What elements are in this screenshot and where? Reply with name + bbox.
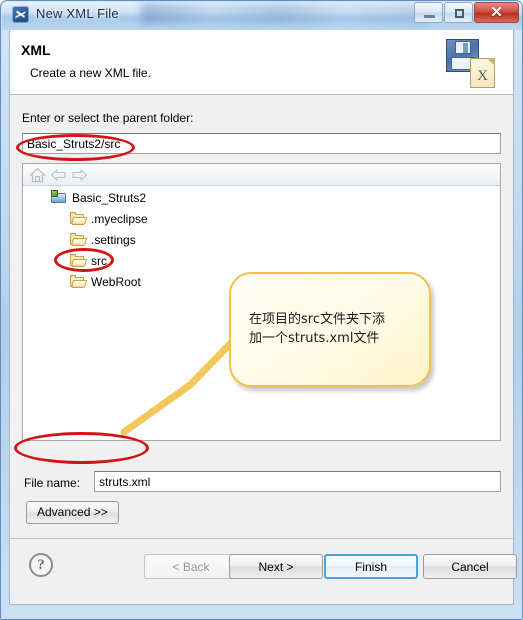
file-name-label: File name: (24, 476, 81, 490)
myeclipse-icon (12, 6, 29, 23)
file-name-input[interactable] (94, 471, 501, 492)
tree-item-label: src (91, 253, 107, 268)
dialog-footer: ? < Back Next > Finish Cancel (10, 538, 517, 603)
window-title: New XML File (36, 6, 119, 21)
folder-tree-list: Basic_Struts2 .myeclipse .settings src W… (23, 187, 500, 292)
window-controls: ✕ (413, 2, 519, 24)
parent-folder-input[interactable] (22, 133, 501, 154)
close-button[interactable]: ✕ (474, 2, 519, 23)
new-xml-file-dialog: New XML File ✕ XML Create a new XML file… (0, 0, 523, 620)
tree-item-label: Basic_Struts2 (72, 190, 147, 205)
wizard-body: Enter or select the parent folder: Basic… (10, 95, 513, 538)
page-subtitle: Create a new XML file. (30, 66, 151, 80)
xml-doc-glyph: X (477, 68, 488, 84)
tree-item-label: .settings (91, 232, 136, 247)
home-icon[interactable] (29, 167, 46, 183)
close-icon: ✕ (490, 4, 503, 21)
tree-toolbar (23, 164, 500, 186)
folder-icon (70, 232, 88, 248)
tree-item-basic-struts2[interactable]: Basic_Struts2 (23, 187, 500, 208)
folder-tree-panel[interactable]: Basic_Struts2 .myeclipse .settings src W… (22, 163, 501, 441)
xml-file-save-icon: X (444, 37, 496, 89)
titlebar[interactable]: New XML File ✕ (0, 0, 523, 30)
tree-item-myeclipse[interactable]: .myeclipse (23, 208, 500, 229)
folder-icon (70, 211, 88, 227)
wizard-header: XML Create a new XML file. X (10, 30, 513, 95)
finish-button[interactable]: Finish (324, 554, 418, 579)
tree-item-settings[interactable]: .settings (23, 229, 500, 250)
cancel-button[interactable]: Cancel (423, 554, 517, 579)
project-folder-icon (51, 189, 67, 206)
minimize-button[interactable] (414, 2, 443, 23)
back-arrow-icon[interactable] (50, 167, 67, 183)
page-title: XML (21, 42, 51, 58)
maximize-button[interactable] (444, 2, 473, 23)
folder-icon (70, 274, 88, 290)
tree-item-webroot[interactable]: WebRoot (23, 271, 500, 292)
dialog-client-area: XML Create a new XML file. X Enter or se… (9, 30, 517, 605)
tree-item-src[interactable]: src (23, 250, 500, 271)
back-button[interactable]: < Back (144, 554, 238, 579)
folder-icon (70, 253, 88, 269)
tree-item-label: WebRoot (91, 274, 141, 289)
advanced-button[interactable]: Advanced >> (26, 501, 119, 524)
forward-arrow-icon[interactable] (71, 167, 88, 183)
xml-document-icon: X (470, 58, 495, 88)
next-button[interactable]: Next > (229, 554, 323, 579)
tree-item-label: .myeclipse (91, 211, 148, 226)
help-icon[interactable]: ? (29, 553, 53, 577)
floppy-shutter (455, 41, 471, 54)
parent-folder-label: Enter or select the parent folder: (22, 111, 194, 125)
